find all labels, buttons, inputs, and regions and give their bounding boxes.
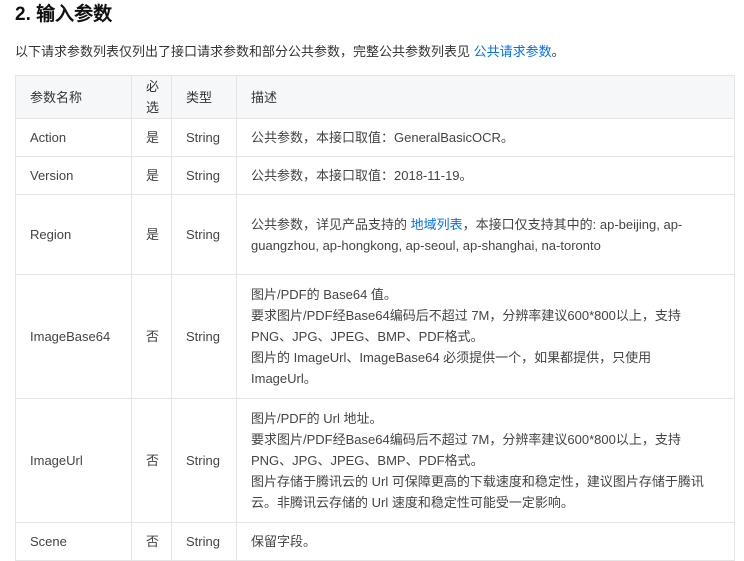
table-row: ImageUrl 否 String 图片/PDF的 Url 地址。 要求图片/P…	[15, 398, 735, 523]
description-line: 要求图片/PDF经Base64编码后不超过 7M，分辨率建议600*800以上，…	[251, 432, 681, 468]
description-line: 图片/PDF的 Url 地址。	[251, 411, 383, 426]
param-name: ImageBase64	[15, 274, 132, 399]
param-name: Scene	[15, 522, 132, 561]
param-name: ImageUrl	[15, 398, 132, 523]
public-params-link[interactable]: 公共请求参数	[474, 44, 552, 59]
description-line: 要求图片/PDF经Base64编码后不超过 7M，分辨率建议600*800以上，…	[251, 308, 681, 344]
page: 2. 输入参数 以下请求参数列表仅列出了接口请求参数和部分公共参数，完整公共参数…	[0, 0, 744, 561]
description-line: 图片存储于腾讯云的 Url 可保障更高的下载速度和稳定性，建议图片存储于腾讯云。…	[251, 474, 704, 510]
param-type: String	[171, 156, 237, 195]
description-line: 图片/PDF的 Base64 值。	[251, 287, 397, 302]
description-line: 图片的 ImageUrl、ImageBase64 必须提供一个，如果都提供，只使…	[251, 350, 652, 386]
param-required: 是	[131, 156, 172, 195]
param-required: 否	[131, 274, 172, 399]
region-desc-text: 公共参数，详见产品支持的	[251, 216, 411, 232]
param-description: 公共参数，详见产品支持的 地域列表，本接口仅支持其中的: ap-beijing,…	[236, 194, 735, 275]
table-row: ImageBase64 否 String 图片/PDF的 Base64 值。 要…	[15, 274, 735, 399]
region-list-link[interactable]: 地域列表	[411, 217, 463, 232]
param-type: String	[171, 274, 237, 399]
param-description: 保留字段。	[236, 522, 735, 561]
table-row: Version 是 String 公共参数，本接口取值：2018-11-19。	[15, 156, 735, 195]
param-description: 图片/PDF的 Url 地址。 要求图片/PDF经Base64编码后不超过 7M…	[236, 398, 735, 523]
param-type: String	[171, 398, 237, 523]
intro-text: 以下请求参数列表仅列出了接口请求参数和部分公共参数，完整公共参数列表见	[15, 44, 474, 59]
param-required: 否	[131, 522, 172, 561]
description-line: 公共参数，本接口取值：GeneralBasicOCR。	[251, 130, 514, 145]
intro-end: 。	[551, 44, 565, 59]
param-description: 图片/PDF的 Base64 值。 要求图片/PDF经Base64编码后不超过 …	[236, 274, 735, 399]
table-row: Region 是 String 公共参数，详见产品支持的 地域列表，本接口仅支持…	[15, 194, 735, 275]
param-type: String	[171, 522, 237, 561]
description-line: 保留字段。	[251, 534, 317, 549]
header-description: 描述	[236, 75, 735, 119]
params-table: 参数名称 必选 类型 描述 Action 是 String 公共参数，本接口取值…	[15, 75, 735, 561]
param-name: Action	[15, 118, 132, 157]
table-row: Scene 否 String 保留字段。	[15, 522, 735, 561]
param-description: 公共参数，本接口取值：GeneralBasicOCR。	[236, 118, 735, 157]
param-name: Version	[15, 156, 132, 195]
description-line: 公共参数，本接口取值：2018-11-19。	[251, 168, 473, 183]
section-title: 2. 输入参数	[15, 4, 113, 25]
param-required: 是	[131, 194, 172, 275]
table-row: Action 是 String 公共参数，本接口取值：GeneralBasicO…	[15, 118, 735, 157]
param-description: 公共参数，本接口取值：2018-11-19。	[236, 156, 735, 195]
description-line: 公共参数，详见产品支持的 地域列表，本接口仅支持其中的: ap-beijing,…	[251, 214, 704, 256]
param-required: 否	[131, 398, 172, 523]
table-header-row: 参数名称 必选 类型 描述	[15, 75, 735, 119]
header-required: 必选	[131, 75, 172, 119]
param-name: Region	[15, 194, 132, 275]
param-type: String	[171, 118, 237, 157]
section-intro: 以下请求参数列表仅列出了接口请求参数和部分公共参数，完整公共参数列表见 公共请求…	[15, 43, 565, 61]
param-type: String	[171, 194, 237, 275]
param-required: 是	[131, 118, 172, 157]
header-type: 类型	[171, 75, 237, 119]
header-param-name: 参数名称	[15, 75, 132, 119]
